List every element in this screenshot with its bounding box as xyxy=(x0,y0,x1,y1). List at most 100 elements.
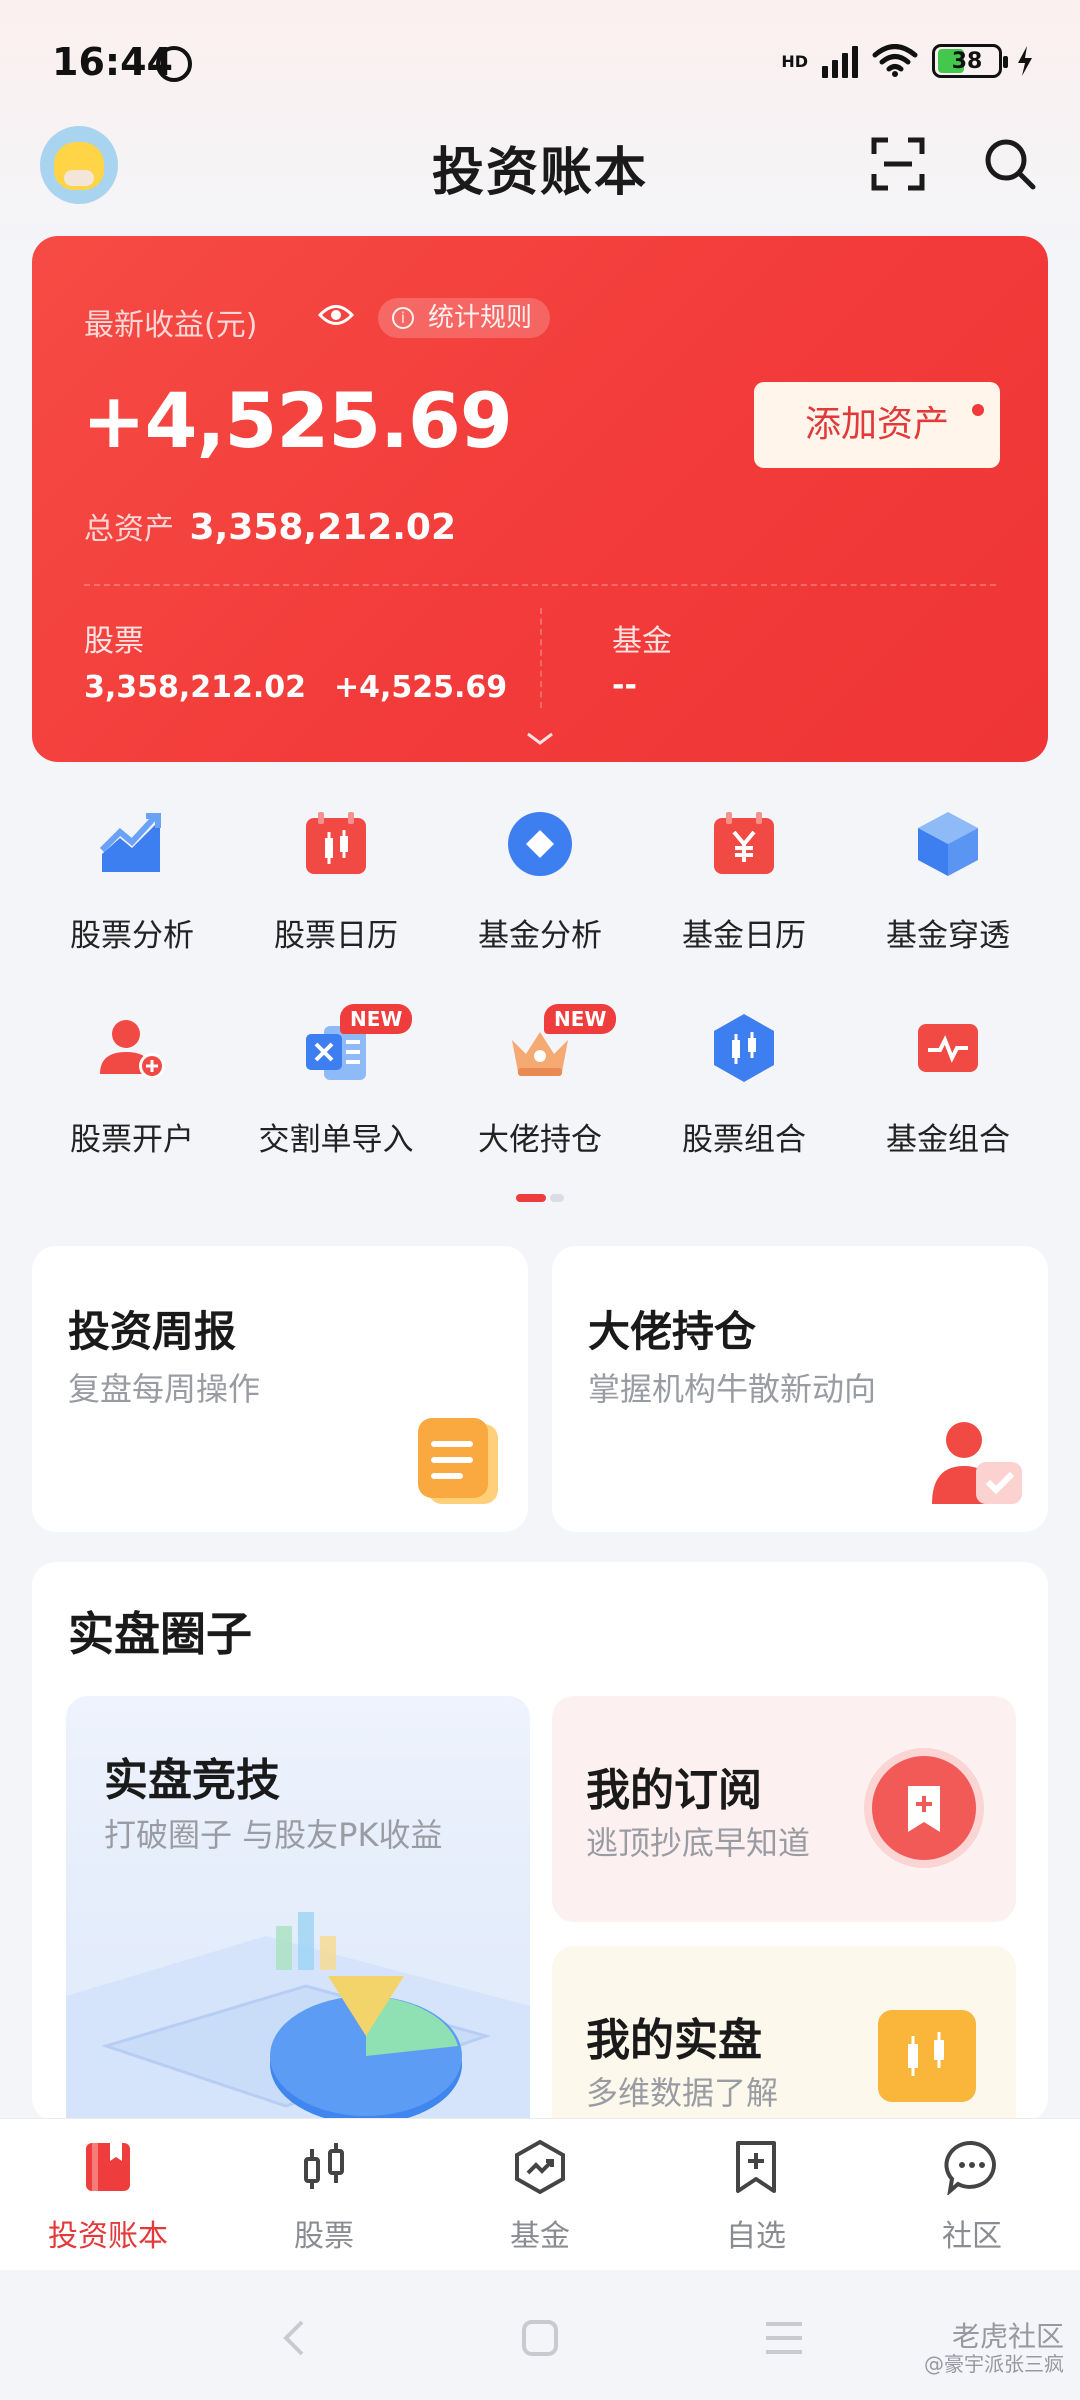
grid-label: 大佬持仓 xyxy=(478,1122,602,1158)
grid-label: 股票日历 xyxy=(274,918,398,954)
user-add-icon xyxy=(100,1020,165,1079)
fund-analysis-icon xyxy=(508,812,572,876)
subscription-card[interactable]: 我的订阅 逃顶抄底早知道 xyxy=(552,1696,1016,1922)
grid-label: 基金组合 xyxy=(886,1122,1010,1158)
signal-icon xyxy=(822,44,858,78)
status-indicators: HD 38 xyxy=(781,44,1034,78)
card-title: 投资周报 xyxy=(68,1307,237,1356)
system-nav-bar xyxy=(0,2270,1080,2400)
my-portfolio-card[interactable]: 我的实盘 多维数据了解 xyxy=(552,1946,1016,2122)
stock-calendar-icon xyxy=(306,812,366,874)
page-indicator xyxy=(516,1194,564,1202)
card-subtitle: 逃顶抄底早知道 xyxy=(586,1824,811,1862)
grid-label: 基金穿透 xyxy=(886,918,1010,954)
eye-icon[interactable] xyxy=(318,302,354,328)
card-title: 我的实盘 xyxy=(586,2015,762,2066)
card-subtitle: 打破圈子 与股友PK收益 xyxy=(104,1816,443,1854)
total-assets: 总资产 3,358,212.02 xyxy=(84,504,456,548)
grid-item-fund-penetration[interactable]: 基金穿透 xyxy=(846,800,1050,980)
home-icon[interactable] xyxy=(520,2318,560,2358)
fund-value: -- xyxy=(612,668,637,703)
fund-hexagon-icon xyxy=(515,2139,565,2195)
tab-funds[interactable]: 基金 xyxy=(432,2119,648,2271)
ledger-book-icon xyxy=(86,2143,130,2191)
total-value: 3,358,212.02 xyxy=(189,507,457,548)
bookmark-add-icon xyxy=(736,2141,776,2193)
card-title: 实盘竞技 xyxy=(104,1755,280,1806)
add-asset-button[interactable]: 添加资产 xyxy=(754,382,1000,468)
tab-label: 基金 xyxy=(510,2219,570,2254)
pie-illustration xyxy=(66,1912,530,2122)
grid-item-fund-analysis[interactable]: 基金分析 xyxy=(438,800,642,980)
tab-label: 社区 xyxy=(942,2219,1002,2254)
grid-label: 股票组合 xyxy=(682,1122,806,1158)
earnings-value: +4,525.69 xyxy=(82,376,513,465)
contest-card[interactable]: 实盘竞技 打破圈子 与股友PK收益 xyxy=(66,1696,530,2122)
new-badge: NEW xyxy=(340,1004,413,1034)
status-time: 16:44 xyxy=(52,40,173,84)
candlestick-icon xyxy=(304,2143,344,2189)
scan-icon[interactable] xyxy=(870,136,926,192)
status-bar: 16:44 HD 38 xyxy=(0,0,1080,130)
grid-label: 股票开户 xyxy=(70,1122,194,1158)
back-icon[interactable] xyxy=(280,2318,310,2358)
candle-icon xyxy=(878,2010,976,2102)
card-title: 我的订阅 xyxy=(586,1765,762,1816)
bottom-tab-bar: 投资账本 股票 基金 自选 社区 xyxy=(0,2118,1080,2270)
tab-watchlist[interactable]: 自选 xyxy=(648,2119,864,2271)
investor-icon xyxy=(932,1422,1022,1504)
card-subtitle: 复盘每周操作 xyxy=(68,1370,261,1408)
big-holders-card[interactable]: 大佬持仓 掌握机构牛散新动向 xyxy=(552,1246,1048,1532)
watermark-brand: 老虎社区 xyxy=(951,2320,1064,2353)
add-asset-label: 添加资产 xyxy=(804,404,949,445)
grid-label: 股票分析 xyxy=(70,918,194,954)
search-icon[interactable] xyxy=(982,136,1038,192)
stats-rule-label: 统计规则 xyxy=(428,303,533,333)
tab-community[interactable]: 社区 xyxy=(864,2119,1080,2271)
info-icon: i xyxy=(392,307,414,329)
stats-rule-button[interactable]: i 统计规则 xyxy=(378,298,551,338)
wifi-icon xyxy=(872,44,918,77)
trend-chart-icon xyxy=(99,813,161,872)
app-header: 投资账本 xyxy=(0,118,1080,208)
grid-item-stock-portfolio[interactable]: 股票组合 xyxy=(642,1004,846,1184)
tab-stocks[interactable]: 股票 xyxy=(216,2119,432,2271)
earnings-label: 最新收益(元) xyxy=(84,308,258,343)
fund-portfolio-icon xyxy=(918,1024,978,1072)
new-badge: NEW xyxy=(544,1004,617,1034)
grid-label: 基金日历 xyxy=(682,918,806,954)
trading-circle-section: 实盘圈子 实盘竞技 打破圈子 与股友PK收益 我的订阅 逃顶抄底早知道 我的实盘… xyxy=(32,1562,1048,2122)
fund-calendar-icon xyxy=(714,812,774,874)
section-title: 实盘圈子 xyxy=(68,1607,252,1661)
chevron-down-icon[interactable] xyxy=(526,732,554,746)
divider xyxy=(84,584,996,586)
cube-icon xyxy=(918,812,978,876)
bookmark-add-icon xyxy=(872,1756,976,1860)
watermark-user: @豪宇派张三疯 xyxy=(924,2351,1064,2376)
tab-ledger[interactable]: 投资账本 xyxy=(0,2119,216,2271)
menu-icon[interactable] xyxy=(764,2320,804,2356)
grid-item-stock-calendar[interactable]: 股票日历 xyxy=(234,800,438,980)
report-icon xyxy=(418,1418,498,1504)
grid-item-big-holders[interactable]: NEW 大佬持仓 xyxy=(438,1004,642,1184)
grid-item-open-account[interactable]: 股票开户 xyxy=(30,1004,234,1184)
grid-item-fund-calendar[interactable]: 基金日历 xyxy=(642,800,846,980)
card-subtitle: 多维数据了解 xyxy=(586,2074,779,2112)
battery-level: 38 xyxy=(951,48,983,74)
network-type: HD xyxy=(781,51,808,71)
tab-label: 投资账本 xyxy=(48,2219,168,2254)
notification-dot xyxy=(972,404,984,416)
grid-label: 交割单导入 xyxy=(258,1122,414,1158)
hexagon-candle-icon xyxy=(714,1014,774,1082)
grid-item-fund-portfolio[interactable]: 基金组合 xyxy=(846,1004,1050,1184)
grid-item-statement-import[interactable]: NEW 交割单导入 xyxy=(234,1004,438,1184)
tab-label: 股票 xyxy=(294,2219,354,2254)
tab-label: 自选 xyxy=(726,2219,786,2254)
weekly-report-card[interactable]: 投资周报 复盘每周操作 xyxy=(32,1246,528,1532)
asset-summary-card[interactable]: 最新收益(元) i 统计规则 +4,525.69 添加资产 总资产 3,358,… xyxy=(32,236,1048,762)
grid-item-stock-analysis[interactable]: 股票分析 xyxy=(30,800,234,980)
charging-icon xyxy=(1018,46,1032,76)
fund-label: 基金 xyxy=(612,624,672,659)
watermark: 老虎社区 @豪宇派张三疯 xyxy=(924,2320,1064,2376)
divider-vertical xyxy=(540,608,542,708)
